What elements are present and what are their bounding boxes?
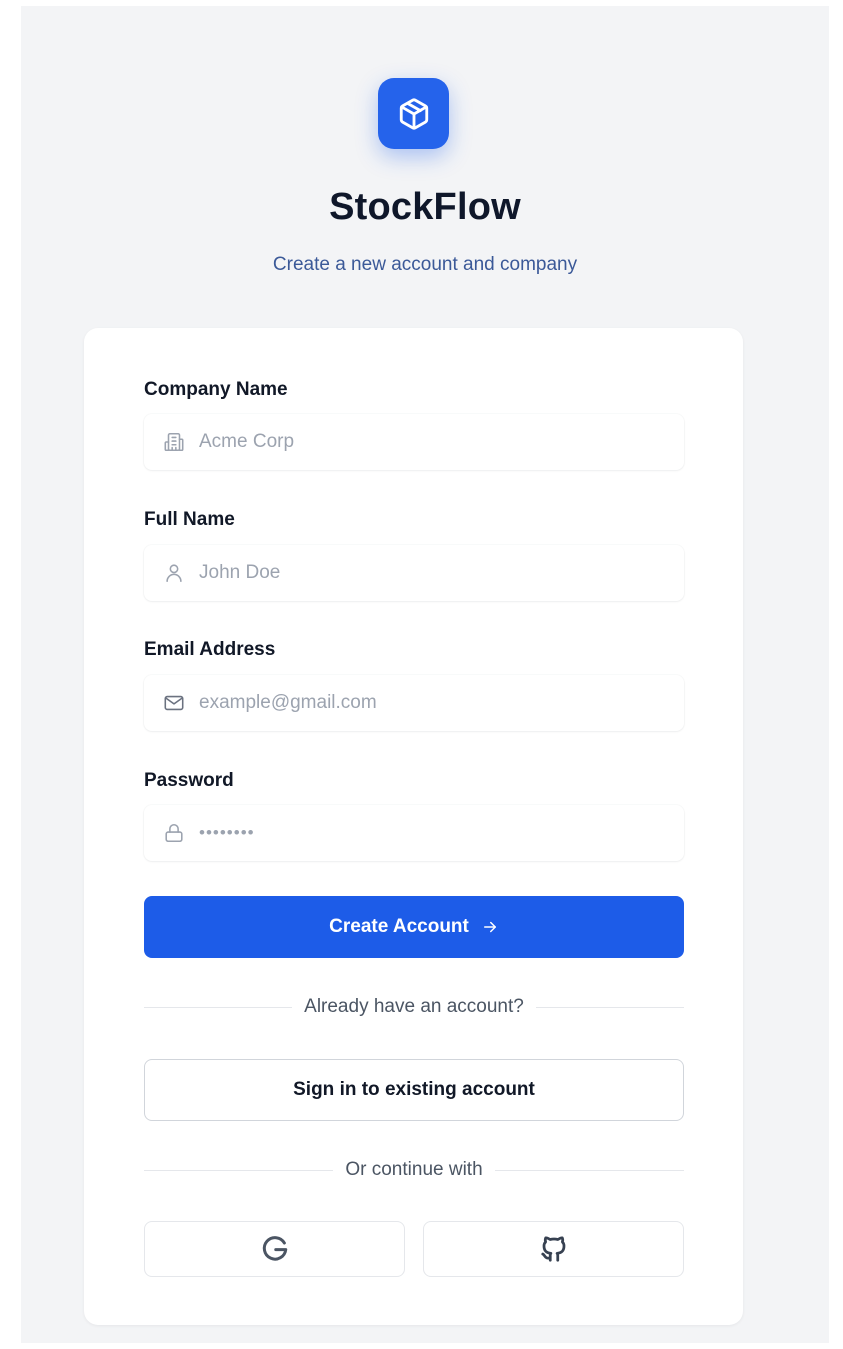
package-box-icon bbox=[399, 97, 428, 130]
signin-divider: Already have an account? bbox=[144, 995, 684, 1019]
signin-divider-text: Already have an account? bbox=[304, 996, 524, 1017]
github-sign-in-button[interactable] bbox=[423, 1221, 684, 1277]
divider-line-left bbox=[144, 1006, 293, 1008]
password-field-wrapper bbox=[144, 805, 684, 861]
page-subtitle: Create a new account and company bbox=[272, 254, 578, 275]
full-name-input[interactable] bbox=[199, 562, 669, 584]
mail-icon bbox=[163, 692, 185, 714]
social-divider: Or continue with bbox=[144, 1158, 685, 1182]
lock-icon bbox=[163, 822, 185, 844]
email-label: Email Address bbox=[144, 639, 276, 660]
create-account-button[interactable]: Create Account bbox=[144, 896, 684, 958]
brand-name: StockFlow bbox=[329, 186, 521, 228]
google-icon bbox=[262, 1236, 287, 1261]
password-label: Password bbox=[144, 770, 234, 791]
full-name-label: Full Name bbox=[144, 509, 235, 530]
github-icon bbox=[540, 1236, 565, 1262]
building-icon bbox=[163, 431, 185, 453]
divider-line-left bbox=[144, 1169, 334, 1171]
social-divider-text: Or continue with bbox=[345, 1159, 483, 1180]
divider-line-right bbox=[535, 1006, 684, 1008]
full-name-field-wrapper bbox=[144, 545, 684, 601]
signup-card: Company Name Full Name bbox=[84, 328, 743, 1325]
arrow-right-icon bbox=[481, 918, 499, 936]
brand-logo bbox=[378, 78, 449, 149]
user-icon bbox=[163, 562, 185, 584]
page-background: StockFlow Create a new account and compa… bbox=[21, 6, 829, 1343]
sign-in-button-label: Sign in to existing account bbox=[293, 1079, 535, 1100]
google-sign-in-button[interactable] bbox=[144, 1221, 405, 1277]
company-name-field-wrapper bbox=[144, 414, 684, 470]
company-name-label: Company Name bbox=[144, 379, 288, 400]
password-input[interactable] bbox=[199, 823, 669, 843]
company-name-input[interactable] bbox=[199, 431, 669, 453]
sign-in-existing-account-button[interactable]: Sign in to existing account bbox=[144, 1059, 684, 1121]
create-account-label: Create Account bbox=[329, 916, 469, 937]
email-input[interactable] bbox=[199, 692, 669, 714]
divider-line-right bbox=[494, 1169, 685, 1171]
email-field-wrapper bbox=[144, 675, 684, 731]
